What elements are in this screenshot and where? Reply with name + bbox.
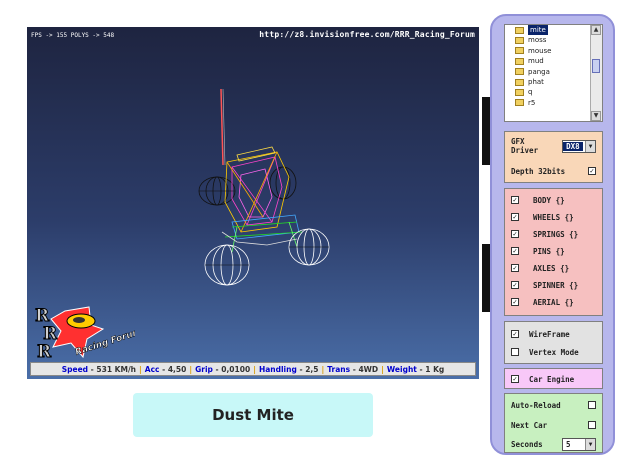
wireframe-checkbox[interactable]: ✓	[511, 330, 519, 338]
next-car-label: Next Car	[511, 420, 548, 430]
file-list-item[interactable]: panga	[505, 67, 591, 77]
part-label: WHEELS {}	[533, 212, 574, 222]
vertex-mode-checkbox[interactable]	[511, 348, 519, 356]
file-name: mouse	[528, 46, 552, 55]
part-label: AERIAL {}	[533, 297, 574, 307]
file-list-item[interactable]: moss	[505, 35, 591, 45]
part-checkbox[interactable]: ✓	[511, 247, 519, 255]
part-row: ✓ BODY {}	[511, 194, 596, 206]
gfx-driver-select[interactable]: DX8 ▼	[562, 139, 596, 153]
stat-speed-label: Speed	[61, 364, 89, 374]
file-list-item[interactable]: mud	[505, 56, 591, 66]
file-name: moss	[528, 36, 547, 45]
control-panel: mite moss mouse mud panga phat q r5 ▲ ▼ GFX Dri…	[490, 14, 615, 455]
part-label: SPINNER {}	[533, 280, 579, 290]
stat-grip-value: - 0,0100	[215, 364, 251, 374]
stat-trans-value: - 4WD	[352, 364, 379, 374]
file-name: q	[528, 88, 533, 97]
file-list-item[interactable]: r5	[505, 98, 591, 108]
gfx-driver-label: GFX Driver	[511, 137, 539, 155]
scroll-thumb[interactable]	[592, 59, 600, 73]
folder-icon	[515, 89, 524, 97]
folder-icon	[515, 57, 524, 65]
stat-trans-label: Trans	[327, 364, 351, 374]
logo-letter-r2: R	[43, 324, 58, 344]
part-checkbox[interactable]: ✓	[511, 196, 519, 204]
scroll-up-button[interactable]: ▲	[591, 25, 601, 35]
chevron-down-icon[interactable]: ▼	[585, 438, 595, 450]
part-label: SPRINGS {}	[533, 229, 579, 239]
gfx-driver-value: DX8	[563, 141, 583, 151]
part-row: ✓ SPRINGS {}	[511, 228, 596, 240]
folder-icon	[515, 68, 524, 76]
file-name: panga	[528, 67, 550, 76]
gfx-settings-box: GFX Driver DX8 ▼ Depth 32bits ✓	[504, 131, 603, 183]
part-row: ✓ AXLES {}	[511, 262, 596, 274]
car-viewport[interactable]: FPS -> 155 POLYS -> 548 http://z8.invisi…	[27, 27, 479, 379]
car-stats-bar: Speed - 531 KM/h | Acc - 4,50 | Grip - 0…	[30, 362, 476, 376]
file-list-scrollbar[interactable]: ▲ ▼	[590, 25, 602, 121]
seconds-value: 5	[566, 439, 571, 449]
logo-letter-r3: R	[37, 342, 52, 361]
folder-icon	[515, 99, 524, 107]
stat-handling-label: Handling	[258, 364, 297, 374]
part-checkbox[interactable]: ✓	[511, 213, 519, 221]
part-row: ✓ WHEELS {}	[511, 211, 596, 223]
car-name-display: Dust Mite	[133, 393, 373, 437]
part-checkbox[interactable]: ✓	[511, 298, 519, 306]
file-name: mite	[528, 25, 548, 36]
seconds-label: Seconds	[511, 439, 543, 449]
engine-box: ✓ Car Engine	[504, 368, 603, 389]
stat-weight-label: Weight	[386, 364, 417, 374]
folder-icon	[515, 37, 524, 45]
stat-weight-value: - 1 Kg	[419, 364, 445, 374]
file-name: phat	[528, 77, 544, 86]
rrr-racing-forum-logo: R R R Racing Forum	[31, 303, 144, 363]
part-label: BODY {}	[533, 195, 565, 205]
vertex-mode-label: Vertex Mode	[529, 347, 579, 357]
part-checkbox[interactable]: ✓	[511, 264, 519, 272]
file-list-item[interactable]: mite	[505, 25, 591, 36]
stat-handling-value: - 2,5	[299, 364, 319, 374]
part-checkbox[interactable]: ✓	[511, 230, 519, 238]
stat-acc-label: Acc	[144, 364, 160, 374]
file-list-item[interactable]: phat	[505, 77, 591, 87]
file-list-item[interactable]: mouse	[505, 46, 591, 56]
depth-32bits-checkbox[interactable]: ✓	[588, 167, 596, 175]
stat-speed-value: - 531 KM/h	[90, 364, 137, 374]
part-row: ✓ PINS {}	[511, 245, 596, 257]
next-car-checkbox[interactable]	[588, 421, 596, 429]
car-file-list[interactable]: mite moss mouse mud panga phat q r5 ▲ ▼	[504, 24, 603, 122]
scroll-down-button[interactable]: ▼	[591, 111, 601, 121]
part-checkbox[interactable]: ✓	[511, 281, 519, 289]
car-parts-box: ✓ BODY {} ✓ WHEELS {} ✓ SPRINGS {} ✓ PINS {} ✓ AX…	[504, 188, 603, 316]
logo-letter-r1: R	[35, 306, 50, 326]
part-label: PINS {}	[533, 246, 565, 256]
playback-box: Auto-Reload Next Car Seconds 5 ▼	[504, 393, 603, 453]
auto-reload-label: Auto-Reload	[511, 400, 561, 410]
part-row: ✓ AERIAL {}	[511, 296, 596, 308]
seconds-select[interactable]: 5 ▼	[562, 437, 596, 451]
stat-grip-label: Grip	[195, 364, 213, 374]
depth-label: Depth 32bits	[511, 166, 566, 176]
file-name: mud	[528, 57, 544, 66]
part-row: ✓ SPINNER {}	[511, 279, 596, 291]
folder-icon	[515, 26, 524, 34]
wireframe-label: WireFrame	[529, 329, 570, 339]
chevron-down-icon[interactable]: ▼	[585, 140, 595, 152]
car-engine-label: Car Engine	[529, 374, 575, 384]
part-label: AXLES {}	[533, 263, 570, 273]
stat-acc-value: - 4,50	[162, 364, 187, 374]
folder-icon	[515, 47, 524, 55]
car-engine-checkbox[interactable]: ✓	[511, 375, 519, 383]
file-name: r5	[528, 98, 536, 107]
file-list-item[interactable]: q	[505, 87, 591, 97]
render-mode-box: ✓ WireFrame Vertex Mode	[504, 321, 603, 364]
auto-reload-checkbox[interactable]	[588, 401, 596, 409]
folder-icon	[515, 78, 524, 86]
